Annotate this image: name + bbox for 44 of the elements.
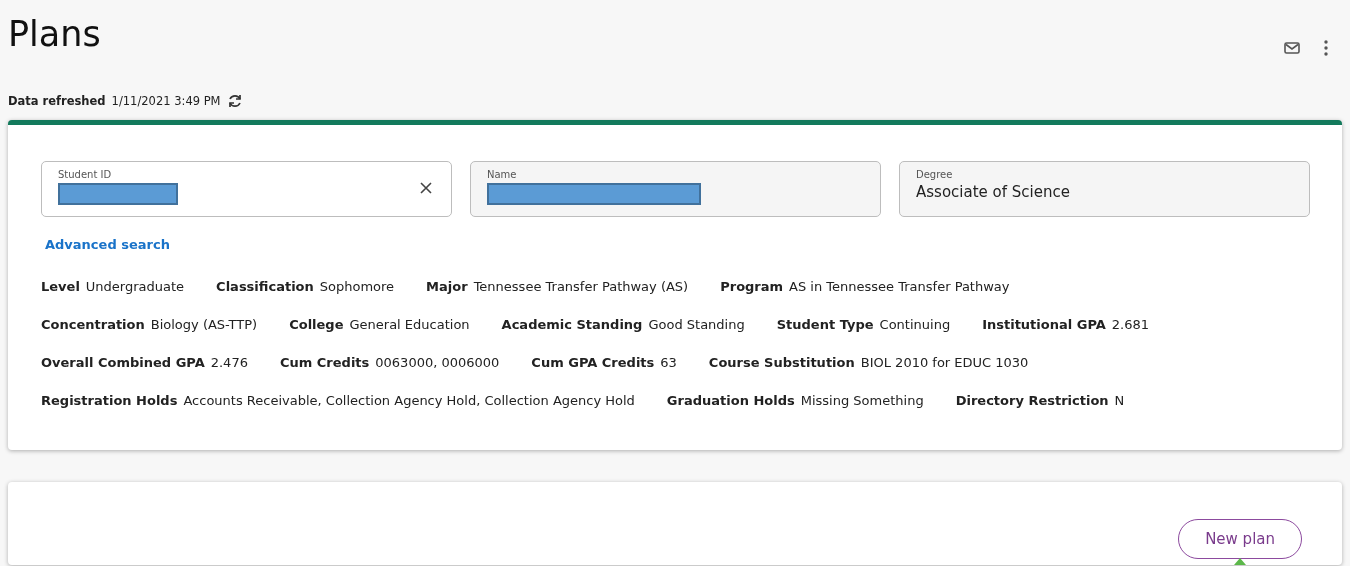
detail-label: Registration Holds [41,392,178,408]
field-value: Associate of Science [916,183,1071,201]
detail-label: Academic Standing [501,316,643,332]
detail-label: Institutional GPA [982,316,1106,332]
detail-value: AS in Tennessee Transfer Pathway [789,278,1010,294]
detail-label: Level [41,278,80,294]
detail-value: 0063000, 0006000 [375,354,500,370]
page-title: Plans [8,13,101,56]
detail-label: Graduation Holds [666,392,795,408]
advanced-search-link[interactable]: Advanced search [45,237,170,252]
detail-label: Classification [216,278,314,294]
detail-label: Concentration [41,316,145,332]
detail-value: Continuing [879,316,951,332]
detail-label: Student Type [776,316,874,332]
detail-value: 2.476 [210,354,248,370]
detail-label: Cum Credits [279,354,370,370]
detail-value: Accounts Receivable, Collection Agency Hold, Collection Agency Hold [183,392,635,408]
detail-label: Overall Combined GPA [41,354,205,370]
detail-value: Sophomore [319,278,395,294]
detail-label: Cum GPA Credits [531,354,655,370]
detail-label: Course Substitution [708,354,855,370]
refresh-label: Data refreshed [8,94,106,108]
detail-value: Good Standing [648,316,745,332]
detail-value: N [1114,392,1125,408]
detail-value: 63 [660,354,677,370]
detail-value: Biology (AS-TTP) [150,316,258,332]
search-field[interactable]: Student ID [41,161,452,217]
detail-value: Missing Something [800,392,924,408]
field-label: Degree [916,169,954,180]
readonly-field[interactable]: Name [470,161,881,217]
detail-label: Major [426,278,468,294]
detail-value: 2.681 [1111,316,1149,332]
detail-label: College [289,316,344,332]
new-plan-button[interactable]: New plan [1178,519,1302,559]
refresh-time: 1/11/2021 3:49 PM [111,94,221,108]
detail-label: Directory Restriction [955,392,1109,408]
detail-label: Program [720,278,784,294]
detail-value: Tennessee Transfer Pathway (AS) [473,278,689,294]
readonly-field[interactable]: Degree Associate of Science [899,161,1310,217]
detail-value: General Education [349,316,470,332]
detail-value: BIOL 2010 for EDUC 1030 [860,354,1029,370]
field-label: Name [487,169,518,180]
detail-value: Undergraduate [85,278,185,294]
field-label: Student ID [58,169,113,180]
